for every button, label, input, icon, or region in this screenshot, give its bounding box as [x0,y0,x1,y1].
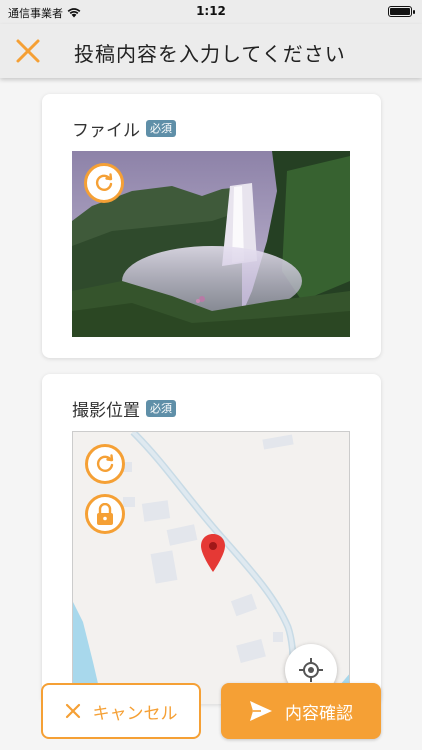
required-badge: 必須 [146,400,176,417]
lock-icon [97,503,113,525]
send-icon [250,701,272,721]
page-title: 投稿内容を入力してください [74,42,346,66]
file-section-header: ファイル 必須 [72,116,176,141]
selected-photo[interactable] [72,151,350,337]
battery-icon [388,6,415,17]
close-icon [65,703,80,719]
crosshair-icon [299,658,323,682]
location-card: 撮影位置 必須 [42,374,381,704]
location-label: 撮影位置 [72,401,140,421]
status-bar: 通信事業者 1:12 [0,0,422,24]
location-section-header: 撮影位置 必須 [72,396,176,421]
refresh-icon [96,454,114,472]
refresh-location-button[interactable] [85,444,125,484]
required-badge: 必須 [146,120,176,137]
location-map[interactable] [72,431,350,704]
file-label: ファイル [72,121,140,141]
map-pin-icon [201,534,225,572]
clock: 1:12 [196,4,226,18]
lock-location-button[interactable] [85,494,125,534]
app-header: 投稿内容を入力してください [0,24,422,78]
cancel-button[interactable]: キャンセル [41,683,201,739]
confirm-button[interactable]: 内容確認 [221,683,381,739]
confirm-label: 内容確認 [285,703,353,724]
close-button[interactable] [12,35,44,67]
cancel-label: キャンセル [92,703,178,724]
refresh-icon [95,173,113,191]
file-card: ファイル 必須 [42,94,381,358]
replace-photo-button[interactable] [84,163,124,203]
close-icon [16,39,40,63]
